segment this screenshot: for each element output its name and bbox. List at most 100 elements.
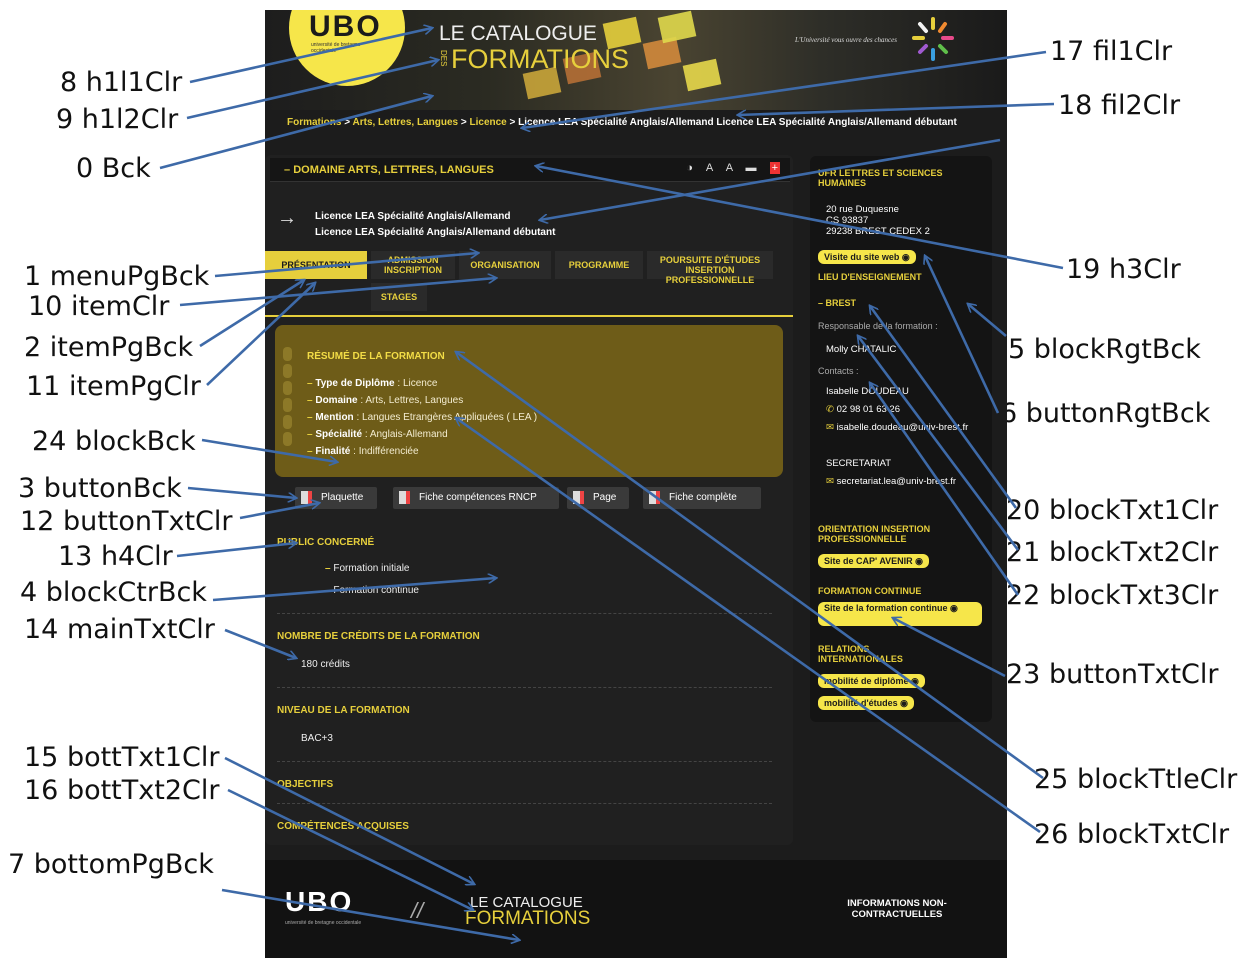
address-line: 20 rue Duquesne [826, 204, 899, 215]
header-banner: UBO université de bretagne occidentale L… [265, 10, 1007, 110]
breadcrumb-current: Licence LEA Spécialité Anglais/Allemand … [518, 117, 957, 128]
public-item: Formation initiale [325, 563, 409, 574]
annotation-label: 4 blockCtrBck [20, 577, 207, 608]
annotation-label: 26 blockTxtClr [1034, 819, 1230, 850]
annotation-label: 6 buttonRgtBck [1000, 398, 1211, 429]
breadcrumb-licence[interactable]: Licence [470, 117, 507, 128]
phone-icon: ✆ [826, 404, 837, 415]
tab-stages[interactable]: STAGES [371, 283, 427, 311]
breadcrumb-separator: > [460, 117, 467, 128]
breadcrumb-domain[interactable]: Arts, Lettres, Langues [353, 117, 459, 128]
responsable-name: Molly CHATALIC [826, 344, 897, 355]
tab-admission[interactable]: ADMISSION INSCRIPTION [371, 251, 455, 279]
divider [277, 687, 772, 688]
niveau-value: BAC+3 [301, 733, 333, 744]
catalogue-title-line2: FORMATIONS [451, 44, 629, 74]
catalogue-des: DES [439, 50, 448, 67]
footer-logo-subtitle: université de bretagne occidentale [285, 920, 362, 926]
annotation-label: 10 itemClr [28, 291, 170, 322]
lieu-title: LIEU D'ENSEIGNEMENT [818, 272, 922, 282]
footer-slash: // [411, 898, 424, 923]
resume-item: Type de Diplôme : Licence [307, 375, 537, 392]
competences-title[interactable]: COMPÉTENCES ACQUISES [277, 821, 409, 832]
annotation-label: 22 blockTxt3Clr [1006, 580, 1219, 611]
annotation-label: 9 h1l2Clr [56, 104, 179, 135]
annotation-label: 25 blockTtleClr [1034, 764, 1238, 795]
annotation-label: 20 blockTxt1Clr [1006, 495, 1219, 526]
site-web-button[interactable]: Visite du site web ◉ [818, 250, 916, 264]
right-block: UFR LETTRES ET SCIENCES HUMAINES 20 rue … [810, 156, 992, 722]
page-button[interactable]: Page [567, 487, 629, 509]
annotation-label: 12 buttonTxtClr [20, 506, 233, 537]
fc-button[interactable]: Site de la formation continue ◉ [818, 602, 982, 626]
breadcrumb-formations[interactable]: Formations [287, 117, 341, 128]
tab-organisation[interactable]: ORGANISATION [459, 251, 551, 279]
annotation-label: 11 itemPgClr [26, 371, 201, 402]
share-icon[interactable]: + [769, 162, 780, 174]
divider [277, 613, 772, 614]
font-decrease-icon[interactable]: A [706, 162, 713, 174]
contrast-icon[interactable]: ◑ [686, 162, 693, 174]
fiche-complete-button[interactable]: Fiche complète [643, 487, 761, 509]
lieu-value: – BREST [818, 298, 857, 308]
annotation-label: 13 h4Clr [58, 541, 173, 572]
breadcrumb: Formations > Arts, Lettres, Langues > Li… [287, 117, 987, 129]
catalogue-screenshot: UBO université de bretagne occidentale L… [265, 10, 1007, 958]
credits-title: NOMBRE DE CRÉDITS DE LA FORMATION [277, 631, 480, 642]
burst-logo-icon [912, 17, 954, 61]
secretariat-label: SECRETARIAT [826, 458, 892, 469]
resume-title: RÉSUMÉ DE LA FORMATION [307, 351, 445, 362]
annotation-label: 21 blockTxt2Clr [1006, 537, 1219, 568]
annotation-label: 1 menuPgBck [24, 261, 210, 292]
domain-bar: – DOMAINE ARTS, LETTRES, LANGUES ◑ A A ▬… [270, 158, 790, 182]
cap-avenir-button[interactable]: Site de CAP' AVENIR ◉ [818, 554, 930, 568]
toolbar: ◑ A A ▬ + [676, 162, 780, 174]
tab-presentation[interactable]: PRÉSENTATION [265, 251, 367, 279]
public-item: Formation continue [325, 585, 419, 596]
fiche-rncp-button[interactable]: Fiche compétences RNCP [393, 487, 559, 509]
resume-item: Finalité : Indifférenciée [307, 443, 537, 460]
catalogue-title-line1: LE CATALOGUE [439, 22, 597, 45]
mobilite-diplome-button[interactable]: mobilité de diplôme ◉ [818, 674, 925, 688]
ubo-logo[interactable]: UBO [309, 10, 382, 44]
print-icon[interactable]: ▬ [746, 162, 757, 174]
resume-item: Domaine : Arts, Lettres, Langues [307, 392, 537, 409]
mail-icon: ✉ [826, 476, 837, 487]
annotation-label: 17 fil1Clr [1050, 36, 1173, 67]
pdf-icon [301, 491, 312, 504]
annotation-label: 15 bottTxt1Clr [24, 742, 220, 773]
contact-phone: ✆ 02 98 01 63 26 [826, 404, 901, 415]
divider [277, 761, 772, 762]
plaquette-button[interactable]: Plaquette [295, 487, 377, 509]
print-icon [649, 491, 660, 504]
mobilite-etudes-button[interactable]: mobilité d'études ◉ [818, 696, 915, 710]
contact-name: Isabelle DOUDEAU [826, 386, 909, 397]
footer: UBO université de bretagne occidentale /… [265, 860, 1007, 958]
resume-item: Spécialité : Anglais-Allemand [307, 426, 537, 443]
footer-catalogue-line2: FORMATIONS [465, 908, 591, 929]
mail-icon: ✉ [826, 422, 837, 433]
pdf-icon [399, 491, 410, 504]
orientation-title: ORIENTATION INSERTION PROFESSIONNELLE [818, 524, 931, 544]
annotation-label: 0 Bck [76, 153, 151, 184]
tab-poursuite[interactable]: POURSUITE D'ÉTUDES INSERTION PROFESSIONN… [647, 251, 773, 285]
annotation-label: 3 buttonBck [18, 473, 182, 504]
sticky-note-decoration [682, 58, 722, 92]
footer-ubo-logo[interactable]: UBO [285, 886, 353, 918]
breadcrumb-separator: > [344, 117, 351, 128]
font-increase-icon[interactable]: A [726, 162, 733, 174]
objectifs-title[interactable]: OBJECTIFS [277, 779, 333, 790]
tab-programme[interactable]: PROGRAMME [555, 251, 643, 279]
footer-info: INFORMATIONS NON-CONTRACTUELLES [847, 898, 947, 920]
secretariat-email[interactable]: ✉ secretariat.lea@univ-brest.fr [826, 476, 976, 487]
responsable-label: Responsable de la formation : [818, 321, 938, 331]
resume-block: RÉSUMÉ DE LA FORMATION Type de Diplôme :… [275, 325, 783, 477]
annotation-label: 16 bottTxt2Clr [24, 775, 220, 806]
public-title: PUBLIC CONCERNÉ [277, 537, 375, 548]
domain-title: – DOMAINE ARTS, LETTRES, LANGUES [284, 164, 494, 176]
resume-decoration [283, 347, 293, 449]
breadcrumb-separator: > [509, 117, 516, 128]
annotation-label: 7 bottomPgBck [8, 849, 214, 880]
annotation-label: 19 h3Clr [1066, 254, 1181, 285]
contact-email[interactable]: ✉ isabelle.doudeau@univ-brest.fr [826, 422, 976, 433]
